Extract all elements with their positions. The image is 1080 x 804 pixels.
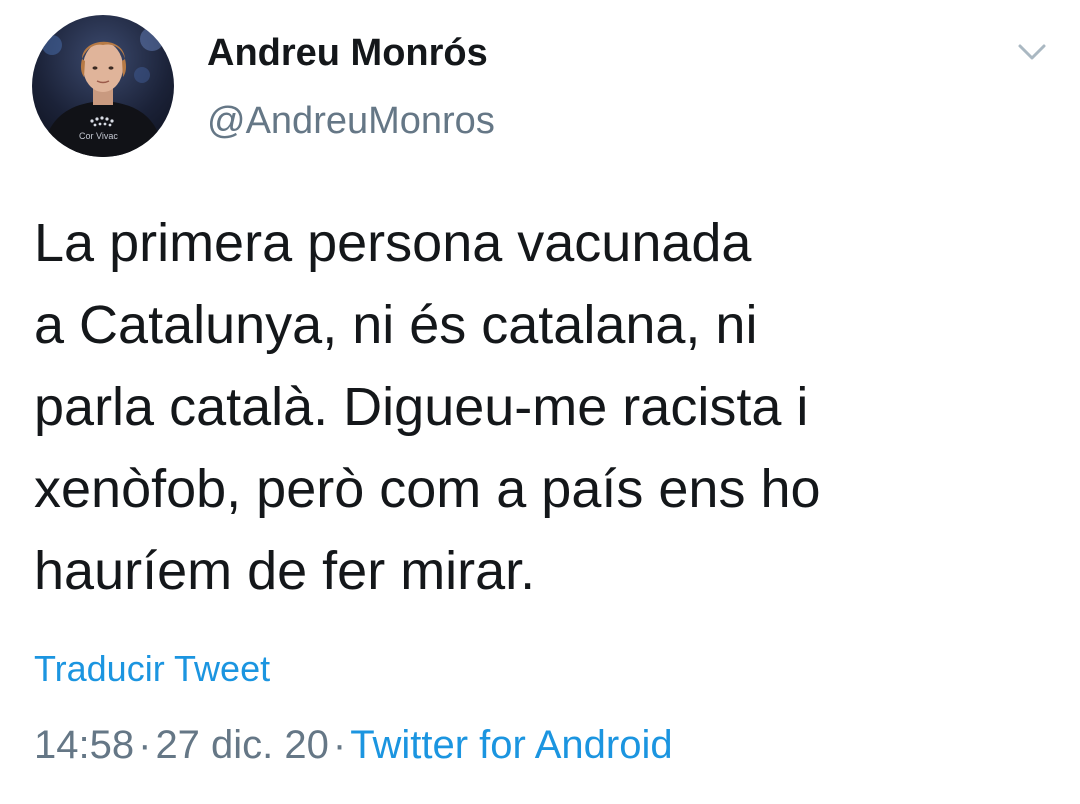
tweet-menu-button[interactable] — [1012, 36, 1052, 68]
translate-tweet-link[interactable]: Traducir Tweet — [34, 648, 270, 690]
tweet-text-line: hauríem de fer mirar. — [34, 541, 536, 601]
tweet-time: 14:58 — [34, 723, 135, 767]
tweet-text-line: La primera persona vacunada — [34, 213, 752, 273]
tweet-date: 27 dic. 20 — [155, 723, 329, 767]
tweet-metadata: 14:58 · 27 dic. 20 · Twitter for Android — [34, 723, 673, 768]
tweet-text-line: xenòfob, però com a país ens ho — [34, 459, 821, 519]
separator: · — [138, 723, 152, 767]
tweet-source-link[interactable]: Twitter for Android — [350, 723, 672, 767]
tweet-card: Cor Vivac Andreu Monrós @AndreuMonros La… — [0, 0, 1080, 804]
tweet-text-line: a Catalunya, ni és catalana, ni — [34, 295, 758, 355]
avatar-image: Cor Vivac — [42, 27, 164, 157]
author-display-name[interactable]: Andreu Monrós — [207, 32, 488, 75]
tweet-text: La primera persona vacunada a Catalunya,… — [34, 202, 1034, 612]
separator: · — [332, 723, 347, 767]
avatar-shirt-text: Cor Vivac — [79, 131, 118, 141]
author-handle[interactable]: @AndreuMonros — [207, 100, 495, 143]
avatar[interactable]: Cor Vivac — [32, 15, 174, 157]
chevron-down-icon — [1018, 44, 1046, 60]
tweet-text-line: parla català. Digueu-me racista i — [34, 377, 809, 437]
